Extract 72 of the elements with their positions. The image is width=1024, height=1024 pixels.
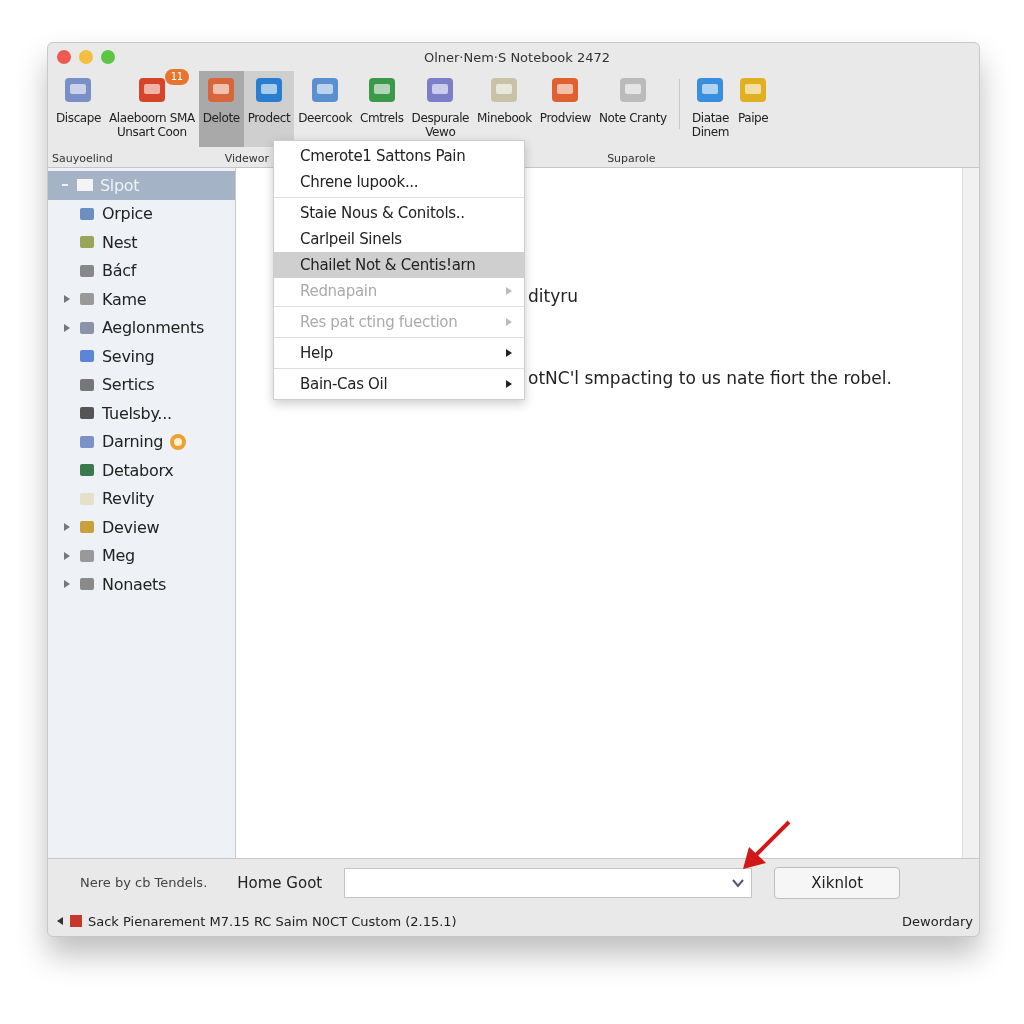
toolbar-button[interactable]: Prodect	[243, 71, 295, 147]
submenu-arrow-icon	[506, 349, 512, 357]
expand-icon[interactable]	[62, 551, 72, 560]
item-label: Kame	[102, 289, 147, 309]
menu-item[interactable]: Carlpeil Sinels	[274, 226, 524, 252]
item-label: Nest	[102, 232, 138, 252]
toolbar-button[interactable]: Delote	[198, 71, 244, 147]
folder-icon	[76, 177, 94, 194]
scrollbar[interactable]	[962, 168, 979, 858]
menu-item[interactable]: Help	[274, 340, 524, 366]
item-label: Bácf	[102, 261, 136, 281]
group-label: Videwor	[224, 151, 270, 165]
sidebar-item[interactable]: Nonaets	[48, 570, 235, 599]
sidebar-item[interactable]: Bácf	[48, 256, 235, 285]
item-label: Slpot	[100, 175, 140, 195]
group-label: Sauyoelind	[52, 151, 113, 165]
item-label: Orpice	[102, 204, 153, 224]
expand-icon[interactable]	[62, 323, 72, 332]
submenu-arrow-icon	[506, 380, 512, 388]
item-label: Revlity	[102, 489, 155, 509]
item-label: Detaborx	[102, 460, 174, 480]
item-label: Nonaets	[102, 574, 167, 594]
action-button[interactable]: Xiknlot	[774, 866, 901, 899]
item-label: Sertics	[102, 375, 155, 395]
sidebar-item[interactable]: Darning	[48, 427, 235, 456]
submenu-arrow-icon	[506, 318, 512, 326]
sidebar-item[interactable]: Detaborx	[48, 456, 235, 485]
chevron-icon	[731, 877, 746, 888]
menu-item[interactable]: Staie Nous & Conitols..	[274, 200, 524, 226]
sidebar-item[interactable]: Meg	[48, 541, 235, 570]
count-badge: 11	[164, 69, 189, 85]
item-label: Seving	[102, 346, 155, 366]
item-label: Darning	[102, 432, 164, 452]
item-label: Tuelsby...	[102, 403, 172, 423]
status-icon	[70, 915, 82, 927]
toolbar-button[interactable]: Diatae Dinem	[687, 71, 734, 147]
sidebar-item[interactable]: Nest	[48, 228, 235, 257]
item-label: Meg	[102, 546, 135, 566]
body-text: dityru	[528, 286, 578, 306]
window-title: Olner·Nem·S Notebook 2472	[423, 49, 612, 65]
sidebar-item[interactable]: Orpice	[48, 199, 235, 228]
expand-icon[interactable]	[62, 523, 72, 532]
sidebar-item[interactable]: Deview	[48, 513, 235, 542]
sidebar-item[interactable]: Seving	[48, 342, 235, 371]
menu-item[interactable]: Chrene lupook...	[274, 169, 524, 195]
menu-item[interactable]: Chailet Not & Centis!arn	[274, 252, 524, 278]
toolbar-button[interactable]: Note Cranty	[594, 71, 671, 147]
note-text: Nere by cb Tendels.	[80, 875, 208, 890]
expand-icon[interactable]	[62, 295, 72, 304]
toolbar-button[interactable]: Alaeboorn SMA Unsart Coon 11	[105, 71, 199, 147]
sidebar-item[interactable]: Kame	[48, 285, 235, 314]
dropdown-field[interactable]	[344, 867, 753, 898]
left-arrow-icon[interactable]	[56, 916, 64, 926]
toolbar-button[interactable]: Discape	[52, 71, 105, 147]
item-label: Aeglonments	[102, 318, 204, 338]
arrow-drawing	[741, 819, 793, 871]
body-text: otNC'l smpacting to us nate fiort the robel.	[528, 368, 892, 388]
toolbar-button[interactable]: Paipe	[733, 71, 774, 147]
sidebar-item[interactable]: Revlity	[48, 484, 235, 513]
status-right-text: Dewordary	[902, 913, 974, 929]
field-label: Home Goot	[237, 873, 323, 892]
submenu-arrow-icon	[506, 287, 512, 295]
toolbar-button[interactable]: Prodview	[535, 71, 595, 147]
status-text: Sack Pienarement M7.15 RC Saim N0CT Custom (2.15.1)	[88, 913, 457, 929]
sidebar-item[interactable]: Sertics	[48, 370, 235, 399]
group-label: Suparole	[607, 151, 656, 165]
menu-item[interactable]: Bain-Cas Oil	[274, 371, 524, 397]
expand-icon[interactable]	[62, 580, 72, 589]
close-button[interactable]	[57, 50, 71, 64]
item-label: Deview	[102, 517, 160, 537]
sidebar-item[interactable]: Tuelsby...	[48, 399, 235, 428]
sidebar-item[interactable]: Aeglonments	[48, 313, 235, 342]
